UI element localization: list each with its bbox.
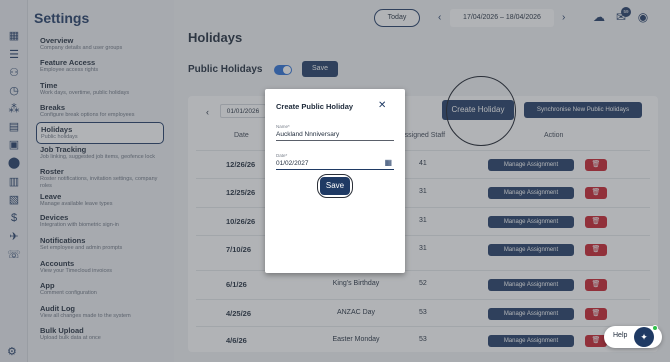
- dialog-title: Create Public Holiday: [276, 102, 354, 111]
- calendar-icon[interactable]: ▦: [384, 158, 392, 168]
- help-label: Help: [613, 332, 628, 339]
- date-field[interactable]: 01/02/2027 ▦: [276, 158, 394, 170]
- create-holiday-dialog: Create Public Holiday ✕ Name* Auckland N…: [265, 89, 405, 273]
- online-indicator: [652, 325, 658, 331]
- highlight-ring: [446, 76, 516, 146]
- sparkle-icon[interactable]: ✦: [634, 327, 654, 347]
- name-field[interactable]: Auckland Nnniversary: [276, 130, 394, 141]
- close-icon[interactable]: ✕: [378, 101, 386, 111]
- help-widget[interactable]: Help ✦: [604, 325, 662, 348]
- date-field-label: Date*: [276, 153, 288, 158]
- dialog-save-button[interactable]: Save: [320, 177, 350, 195]
- name-field-label: Name*: [276, 124, 290, 129]
- date-field-value: 01/02/2027: [276, 160, 309, 167]
- app-window: ▦ ☰ ⚇ ◷ ⁂ ▤ ▣ ⬤ ▥ ▧ $ ✈ ☏ ⚙ Settings Ove…: [0, 0, 670, 362]
